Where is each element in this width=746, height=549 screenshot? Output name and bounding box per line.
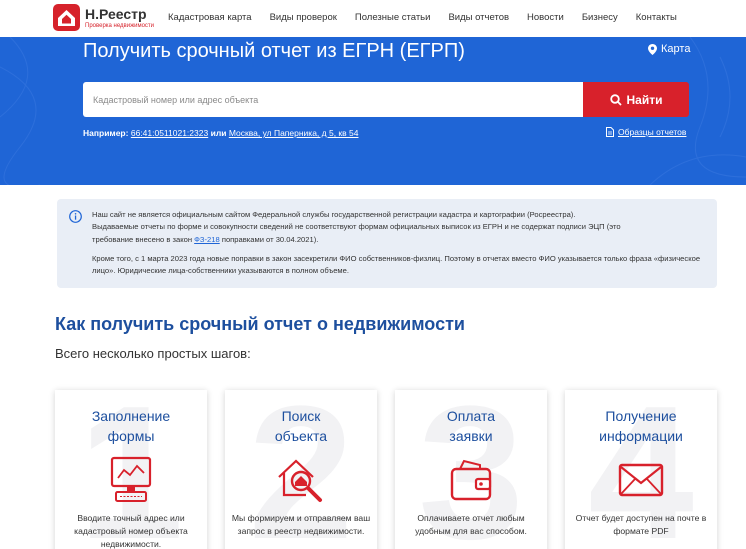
search-button[interactable]: Найти xyxy=(583,82,689,117)
notice-paragraph-2: Кроме того, с 1 марта 2023 года новые по… xyxy=(92,253,701,276)
step-description: Мы формируем и отправляем ваш запрос в р… xyxy=(231,513,371,537)
notice-line-3-pre: требование внесено в закон xyxy=(92,234,193,244)
nav-cadastral-map[interactable]: Кадастровая карта xyxy=(168,12,252,23)
nav-news[interactable]: Новости xyxy=(527,12,564,23)
map-link[interactable]: Карта xyxy=(648,43,690,55)
law-link[interactable]: ФЗ-218 xyxy=(194,235,220,244)
step-card-1: 1 Заполнение формы Вводите точный адрес и… xyxy=(55,390,207,549)
info-icon xyxy=(69,210,82,223)
main-nav: Кадастровая карта Виды проверок Полезные… xyxy=(168,12,695,23)
envelope-icon xyxy=(618,463,664,497)
nav-contacts[interactable]: Контакты xyxy=(636,12,677,23)
section-subtitle: Всего несколько простых шагов: xyxy=(55,346,251,361)
nav-business[interactable]: Бизнесу xyxy=(582,12,618,23)
house-logo-icon xyxy=(53,4,80,31)
wallet-icon xyxy=(450,459,492,501)
map-link-label: Карта xyxy=(661,43,691,55)
logo-tagline: Проверка недвижимости xyxy=(85,22,155,29)
search-button-label: Найти xyxy=(626,92,663,107)
sample-reports-link[interactable]: Образцы отчетов xyxy=(606,127,686,137)
hero-title: Получить срочный отчет из ЕГРН (ЕГРП) xyxy=(83,40,465,62)
notice-line-3-post: поправками от 30.04.2021). xyxy=(221,234,319,244)
computer-icon xyxy=(110,456,152,502)
example-or: или xyxy=(210,128,227,138)
example-address-link[interactable]: Москва, ул Паперника, д 5, кв 54 xyxy=(229,128,359,138)
nav-articles[interactable]: Полезные статьи xyxy=(355,12,431,23)
search-input[interactable] xyxy=(83,82,583,117)
sample-reports-label: Образцы отчетов xyxy=(618,127,687,137)
step-description: Вводите точный адрес или кадастровый ном… xyxy=(74,513,188,549)
nav-report-types[interactable]: Виды отчетов xyxy=(448,12,509,23)
notice-line-1: Наш сайт не является официальным сайтом … xyxy=(92,210,576,219)
section-title: Как получить срочный отчет о недвижимост… xyxy=(55,314,465,334)
logo-name: Н.Реестр xyxy=(85,5,147,22)
example-label: Например: xyxy=(83,128,129,138)
search-icon xyxy=(609,93,622,106)
step-title: Поиск объекта xyxy=(274,408,328,444)
step-title: Получение информации xyxy=(599,408,683,444)
search-example: Например: 66:41:0511021:2323 или Москва,… xyxy=(83,128,358,138)
step-card-4: 4 Получение информации Отчет будет доступ… xyxy=(565,390,717,549)
step-title: Оплата заявки xyxy=(446,408,496,444)
house-search-icon xyxy=(278,459,322,502)
step-description: Оплачиваете отчет любым удобным для вас … xyxy=(415,513,527,537)
step-title: Заполнение формы xyxy=(91,408,171,444)
step-card-3: 3 Оплата заявки Оплачиваете отчет любым у… xyxy=(395,390,547,549)
site-header: Н.Реестр Проверка недвижимости Кадастров… xyxy=(0,0,746,37)
disclaimer-notice: Наш сайт не является официальным сайтом … xyxy=(57,199,717,288)
location-pin-icon xyxy=(648,43,657,55)
step-card-2: 2 Поиск объекта Мы формируем и отправляем… xyxy=(225,390,377,549)
document-icon xyxy=(606,127,614,137)
step-description: Отчет будет доступен на почте в формате … xyxy=(575,513,707,537)
hero-search-section: Получить срочный отчет из ЕГРН (ЕГРП) Ка… xyxy=(0,37,746,185)
logo[interactable]: Н.Реестр Проверка недвижимости xyxy=(53,4,154,31)
notice-line-2: Выдаваемые отчеты по форме и совокупност… xyxy=(92,222,621,232)
nav-check-types[interactable]: Виды проверок xyxy=(270,12,337,23)
example-cadastral-link[interactable]: 66:41:0511021:2323 xyxy=(131,128,208,138)
